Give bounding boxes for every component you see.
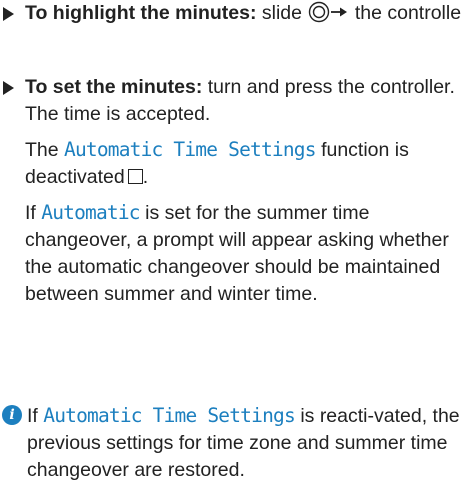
deactivation-prefix: The <box>25 139 59 161</box>
note-prefix: If <box>27 405 38 427</box>
info-note: i If Automatic Time Settings is reacti-v… <box>0 402 462 484</box>
checkbox-unchecked-icon <box>127 169 143 184</box>
summer-prefix: If <box>25 202 36 224</box>
display-text-automatic-time-settings: Automatic Time Settings <box>43 404 295 427</box>
step-heading: To set the minutes: <box>25 76 203 98</box>
display-text-automatic: Automatic <box>41 201 140 224</box>
step-heading: To highlight the minutes: <box>25 2 257 24</box>
manual-page: To highlight the minutes: slide the cont… <box>0 0 462 482</box>
display-text-automatic-time-settings: Automatic Time Settings <box>64 138 316 161</box>
step-arrow-icon <box>3 7 14 21</box>
instruction-step-set-minutes: To set the minutes: turn and press the c… <box>0 74 462 308</box>
instruction-step-highlight-minutes: To highlight the minutes: slide the cont… <box>0 0 462 31</box>
step-text: turn and press the controller. <box>207 76 455 98</box>
summer-time-paragraph: If Automatic is set for the summer time … <box>25 199 462 308</box>
step-text-end: the controller. <box>354 2 462 24</box>
step-arrow-icon <box>3 81 14 95</box>
controller-slide-icon <box>308 1 348 31</box>
step-text: slide <box>261 2 302 24</box>
step-result: The time is accepted. <box>25 103 211 125</box>
deactivation-paragraph: The Automatic Time Settings function is … <box>25 138 409 188</box>
step-line: To set the minutes: turn and press the c… <box>25 74 462 101</box>
info-icon: i <box>2 405 22 425</box>
